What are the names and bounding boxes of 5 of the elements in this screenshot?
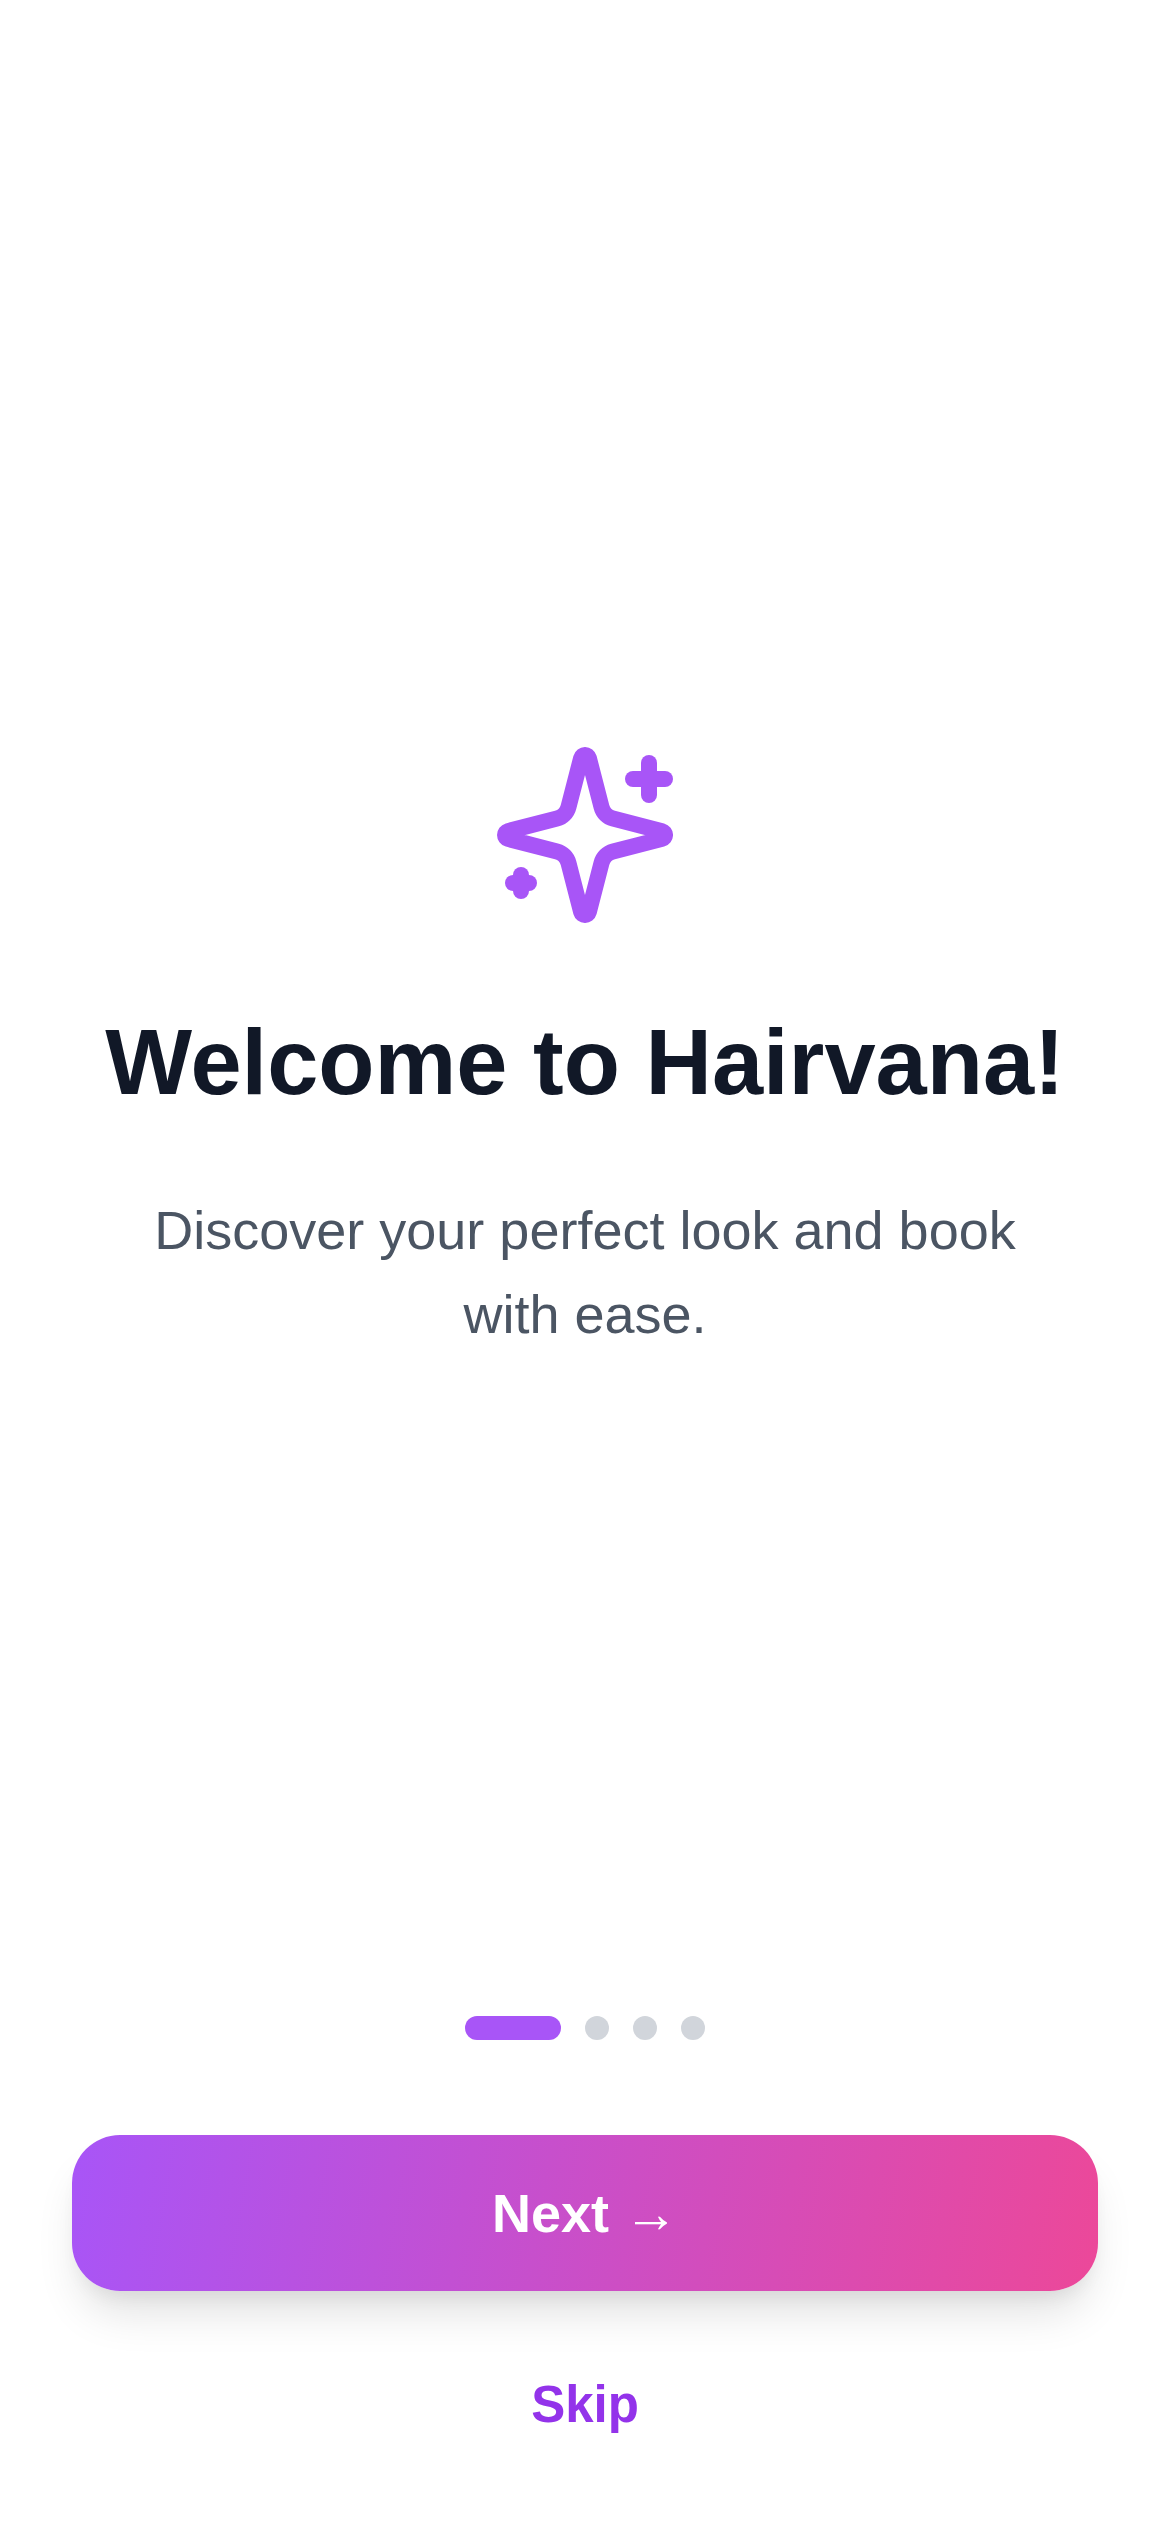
sparkles-icon <box>497 747 673 923</box>
welcome-title: Welcome to Hairvana! <box>105 1010 1065 1115</box>
welcome-subtitle: Discover your perfect look and book with ease. <box>153 1199 1017 1346</box>
next-button[interactable]: Next → <box>72 2135 1098 2291</box>
skip-button[interactable]: Skip <box>507 2363 663 2447</box>
